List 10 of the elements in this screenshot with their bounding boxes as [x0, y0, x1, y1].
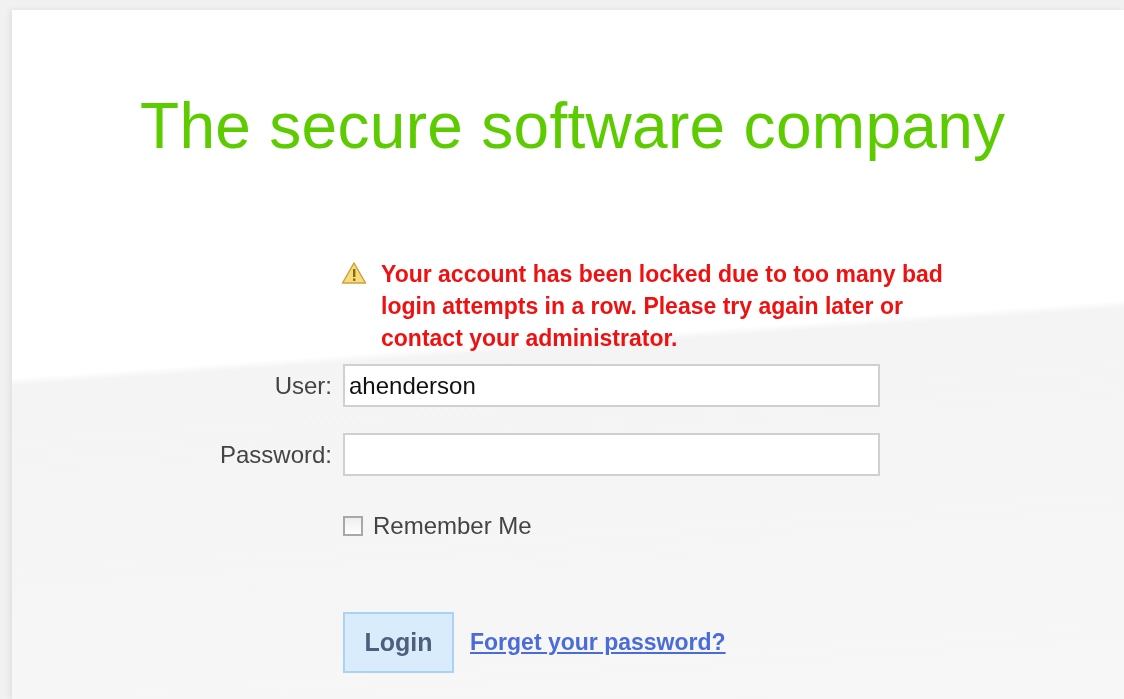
- checkbox-label: Remember Me: [373, 512, 532, 540]
- username-field[interactable]: ahenderson: [343, 364, 880, 407]
- password-field[interactable]: [343, 433, 880, 476]
- forgot-password-link[interactable]: Forget your password?: [470, 629, 726, 656]
- checkbox[interactable]: [343, 516, 363, 536]
- field-label: User:: [274, 371, 332, 401]
- field-label: Password:: [219, 440, 332, 470]
- warning-icon: [341, 261, 367, 285]
- error-message: Your account has been locked due to too many bad login attempts in a row. Please try again later or contact your administrator.: [381, 260, 943, 353]
- login-button[interactable]: Login: [343, 612, 454, 673]
